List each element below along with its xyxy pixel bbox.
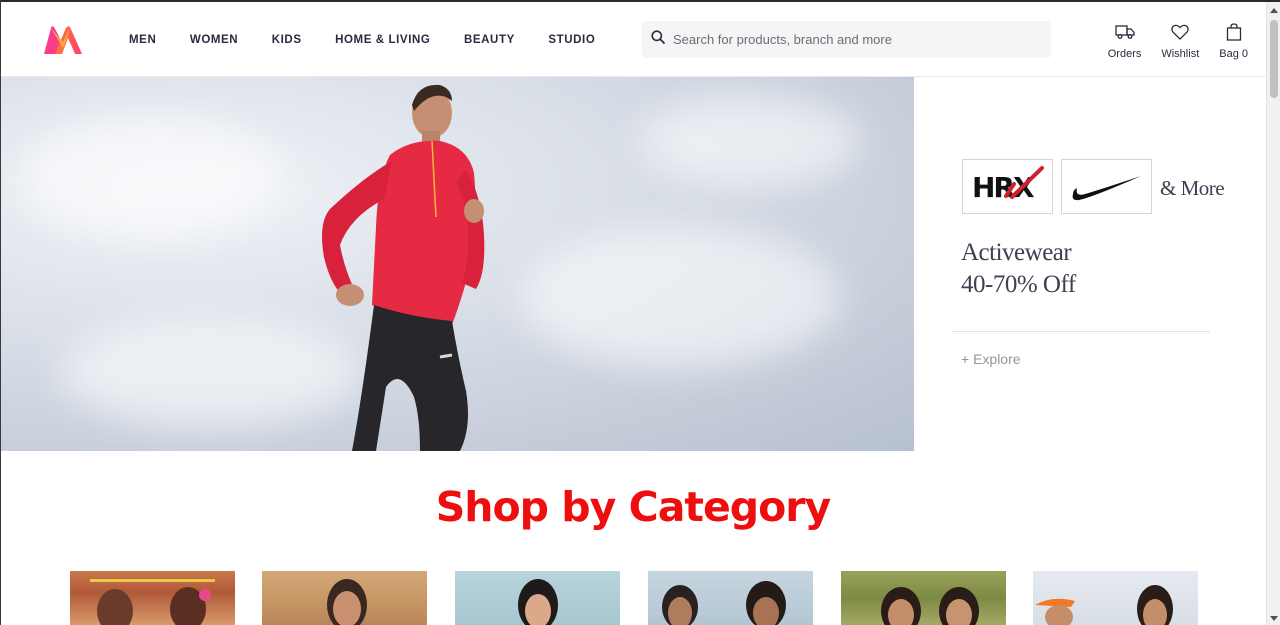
orders-label: Orders (1107, 48, 1142, 60)
nike-brand-logo (1061, 159, 1152, 214)
category-card[interactable] (455, 571, 620, 625)
bag-label: Bag 0 (1219, 48, 1248, 60)
bag-icon (1226, 22, 1242, 42)
scroll-up-icon[interactable] (1270, 8, 1278, 13)
scrollbar-thumb[interactable] (1270, 20, 1278, 98)
category-heading: Shop by Category (435, 483, 831, 531)
search-icon[interactable] (651, 30, 665, 49)
hero-banner-image[interactable] (0, 77, 914, 451)
bag-button[interactable]: Bag 0 (1219, 22, 1248, 60)
category-card[interactable] (648, 571, 813, 625)
heart-icon (1171, 22, 1189, 42)
category-card[interactable] (841, 571, 1006, 625)
scroll-down-icon[interactable] (1270, 616, 1278, 621)
nav-beauty[interactable]: BEAUTY (464, 34, 515, 46)
nav-home-living[interactable]: HOME & LIVING (335, 34, 430, 46)
site-header: MEN WOMEN KIDS HOME & LIVING BEAUTY STUD… (0, 2, 1266, 77)
offer-category: Activewear (961, 239, 1072, 266)
truck-icon (1114, 22, 1135, 42)
explore-link[interactable]: + Explore (961, 351, 1021, 367)
window-frame-top (0, 0, 1280, 2)
category-card[interactable] (1033, 571, 1198, 625)
hero-offer-panel[interactable]: HRX & More Activewear 40-70% Off + Explo… (914, 77, 1266, 451)
nav-men[interactable]: MEN (129, 34, 156, 46)
header-actions: Orders Wishlist Bag 0 (1088, 22, 1248, 60)
orders-button[interactable]: Orders (1107, 22, 1142, 60)
offer-headline: Activewear 40-70% Off (961, 237, 1076, 301)
nav-women[interactable]: WOMEN (190, 34, 238, 46)
wishlist-button[interactable]: Wishlist (1161, 22, 1199, 60)
nav-studio[interactable]: STUDIO (548, 34, 595, 46)
window-frame-left (0, 0, 1, 625)
wishlist-label: Wishlist (1161, 48, 1200, 60)
hrx-logo-text: HRX (972, 171, 1035, 204)
nav-kids[interactable]: KIDS (272, 34, 302, 46)
more-brands-text: & More (1160, 176, 1225, 200)
page-scrollbar[interactable] (1266, 2, 1280, 625)
category-card[interactable] (70, 571, 235, 625)
hrx-brand-logo: HRX (962, 159, 1053, 214)
myntra-logo[interactable] (42, 24, 84, 56)
category-card[interactable] (262, 571, 427, 625)
offer-discount: 40-70% Off (961, 271, 1076, 298)
search-input[interactable] (673, 32, 1033, 47)
main-nav: MEN WOMEN KIDS HOME & LIVING BEAUTY STUD… (129, 2, 629, 77)
offer-divider (952, 331, 1210, 332)
search-bar (642, 21, 1051, 58)
runner-figure (322, 84, 485, 451)
